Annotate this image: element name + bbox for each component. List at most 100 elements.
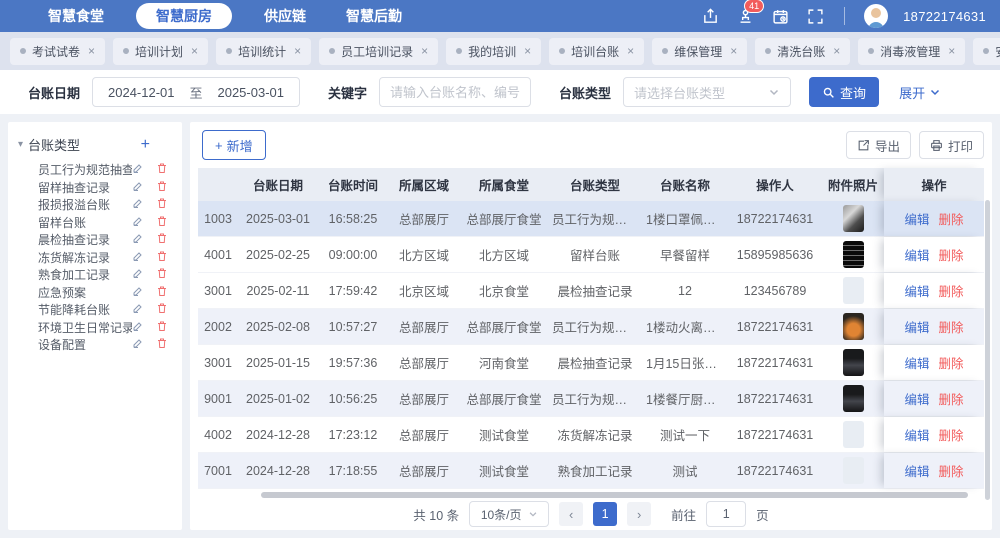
edit-link[interactable]: 编辑: [904, 245, 929, 264]
tab-item[interactable]: 员工培训记录×: [319, 38, 438, 65]
table-row[interactable]: 40022024-12-2817:23:12总部展厅测试食堂冻货解冻记录测试一下…: [198, 417, 984, 453]
date-start-value[interactable]: 2024-12-01: [108, 85, 175, 100]
tree-item-label[interactable]: 留样台账: [38, 214, 132, 231]
table-row[interactable]: 40012025-02-2509:00:00北方区域北方区域留样台账早餐留样15…: [198, 237, 984, 273]
edit-icon[interactable]: [132, 267, 144, 282]
tree-item-label[interactable]: 员工行为规范抽查记录: [38, 161, 132, 178]
table-row[interactable]: 20022025-02-0810:57:27总部展厅总部展厅食堂员工行为规范抽.…: [198, 309, 984, 345]
close-icon[interactable]: ×: [627, 44, 634, 58]
attachment-thumbnail[interactable]: [843, 457, 864, 484]
edit-icon[interactable]: [132, 302, 144, 317]
delete-link[interactable]: 删除: [939, 425, 964, 444]
close-icon[interactable]: ×: [191, 44, 198, 58]
edit-icon[interactable]: [132, 232, 144, 247]
tab-item[interactable]: 清洗台账×: [755, 38, 850, 65]
topnav-item[interactable]: 智慧后勤: [338, 3, 410, 29]
topnav-item[interactable]: 供应链: [256, 3, 314, 29]
tree-item-label[interactable]: 冻货解冻记录: [38, 249, 132, 266]
page-size-select[interactable]: 10条/页: [469, 501, 549, 527]
keyword-input[interactable]: [379, 77, 531, 107]
edit-link[interactable]: 编辑: [904, 353, 929, 372]
tree-item-label[interactable]: 节能降耗台账: [38, 301, 132, 318]
current-page-button[interactable]: 1: [593, 502, 617, 526]
tab-item[interactable]: 我的培训×: [446, 38, 541, 65]
delete-link[interactable]: 删除: [939, 245, 964, 264]
tree-item-label[interactable]: 晨检抽查记录: [38, 231, 132, 248]
table-row[interactable]: 90012025-01-0210:56:25总部展厅总部展厅食堂员工行为规范抽.…: [198, 381, 984, 417]
edit-link[interactable]: 编辑: [904, 281, 929, 300]
edit-link[interactable]: 编辑: [904, 317, 929, 336]
tree-item[interactable]: 熟食加工记录: [38, 266, 172, 284]
delete-link[interactable]: 删除: [939, 317, 964, 336]
stamp-approval-icon[interactable]: 41: [735, 6, 755, 26]
edit-link[interactable]: 编辑: [904, 209, 929, 228]
print-button[interactable]: 打印: [919, 131, 984, 159]
delete-icon[interactable]: [156, 337, 168, 352]
delete-icon[interactable]: [156, 250, 168, 265]
tree-item-label[interactable]: 熟食加工记录: [38, 266, 132, 283]
date-range-picker[interactable]: 2024-12-01 至 2025-03-01: [92, 77, 300, 107]
tree-item[interactable]: 应急预案: [38, 284, 172, 302]
search-button[interactable]: 查询: [809, 77, 879, 107]
delete-icon[interactable]: [156, 232, 168, 247]
expand-filters-link[interactable]: 展开: [899, 83, 941, 102]
tree-item[interactable]: 环境卫生日常记录: [38, 319, 172, 337]
attachment-thumbnail[interactable]: [843, 241, 864, 268]
table-row[interactable]: 70012024-12-2817:18:55总部展厅测试食堂熟食加工记录测试18…: [198, 453, 984, 489]
tab-item[interactable]: 安全日活动×: [973, 38, 1000, 65]
attachment-thumbnail[interactable]: [843, 313, 864, 340]
table-row[interactable]: 10032025-03-0116:58:25总部展厅总部展厅食堂员工行为规范抽.…: [198, 201, 984, 237]
tree-item-label[interactable]: 环境卫生日常记录: [38, 319, 132, 336]
add-record-button[interactable]: + 新增: [202, 130, 266, 160]
delete-icon[interactable]: [156, 302, 168, 317]
edit-icon[interactable]: [132, 250, 144, 265]
date-end-value[interactable]: 2025-03-01: [217, 85, 284, 100]
export-button[interactable]: 导出: [846, 131, 911, 159]
delete-icon[interactable]: [156, 267, 168, 282]
close-icon[interactable]: ×: [294, 44, 301, 58]
tree-item[interactable]: 节能降耗台账: [38, 301, 172, 319]
tab-item[interactable]: 培训台账×: [549, 38, 644, 65]
delete-link[interactable]: 删除: [939, 389, 964, 408]
topnav-item[interactable]: 智慧食堂: [40, 3, 112, 29]
tab-item[interactable]: 消毒液管理×: [858, 38, 965, 65]
close-icon[interactable]: ×: [524, 44, 531, 58]
delete-link[interactable]: 删除: [939, 281, 964, 300]
delete-link[interactable]: 删除: [939, 209, 964, 228]
tab-item[interactable]: 考试试卷×: [10, 38, 105, 65]
delete-icon[interactable]: [156, 180, 168, 195]
close-icon[interactable]: ×: [730, 44, 737, 58]
attachment-thumbnail[interactable]: [843, 277, 864, 304]
edit-icon[interactable]: [132, 337, 144, 352]
delete-icon[interactable]: [156, 215, 168, 230]
calendar-clock-icon[interactable]: [770, 6, 790, 26]
delete-icon[interactable]: [156, 320, 168, 335]
tree-item-label[interactable]: 应急预案: [38, 284, 132, 301]
next-page-button[interactable]: ›: [627, 502, 651, 526]
close-icon[interactable]: ×: [948, 44, 955, 58]
close-icon[interactable]: ×: [88, 44, 95, 58]
edit-link[interactable]: 编辑: [904, 461, 929, 480]
tree-root-node[interactable]: ▾ 台账类型 +: [18, 135, 172, 154]
tree-item[interactable]: 员工行为规范抽查记录: [38, 161, 172, 179]
tree-item[interactable]: 留样台账: [38, 214, 172, 232]
tree-item[interactable]: 留样抽查记录: [38, 179, 172, 197]
avatar[interactable]: [864, 4, 888, 28]
close-icon[interactable]: ×: [421, 44, 428, 58]
goto-page-input[interactable]: [706, 501, 746, 527]
add-type-icon[interactable]: +: [141, 138, 172, 152]
prev-page-button[interactable]: ‹: [559, 502, 583, 526]
attachment-thumbnail[interactable]: [843, 205, 864, 232]
edit-icon[interactable]: [132, 215, 144, 230]
tree-item-label[interactable]: 留样抽查记录: [38, 179, 132, 196]
tab-item[interactable]: 维保管理×: [652, 38, 747, 65]
attachment-thumbnail[interactable]: [843, 385, 864, 412]
edit-icon[interactable]: [132, 285, 144, 300]
delete-icon[interactable]: [156, 285, 168, 300]
tree-item-label[interactable]: 报损报溢台账: [38, 196, 132, 213]
caret-down-icon[interactable]: ▾: [18, 139, 23, 150]
delete-link[interactable]: 删除: [939, 461, 964, 480]
attachment-thumbnail[interactable]: [843, 349, 864, 376]
table-row[interactable]: 30012025-02-1117:59:42北京区域北京食堂晨检抽查记录1212…: [198, 273, 984, 309]
tree-item[interactable]: 晨检抽查记录: [38, 231, 172, 249]
